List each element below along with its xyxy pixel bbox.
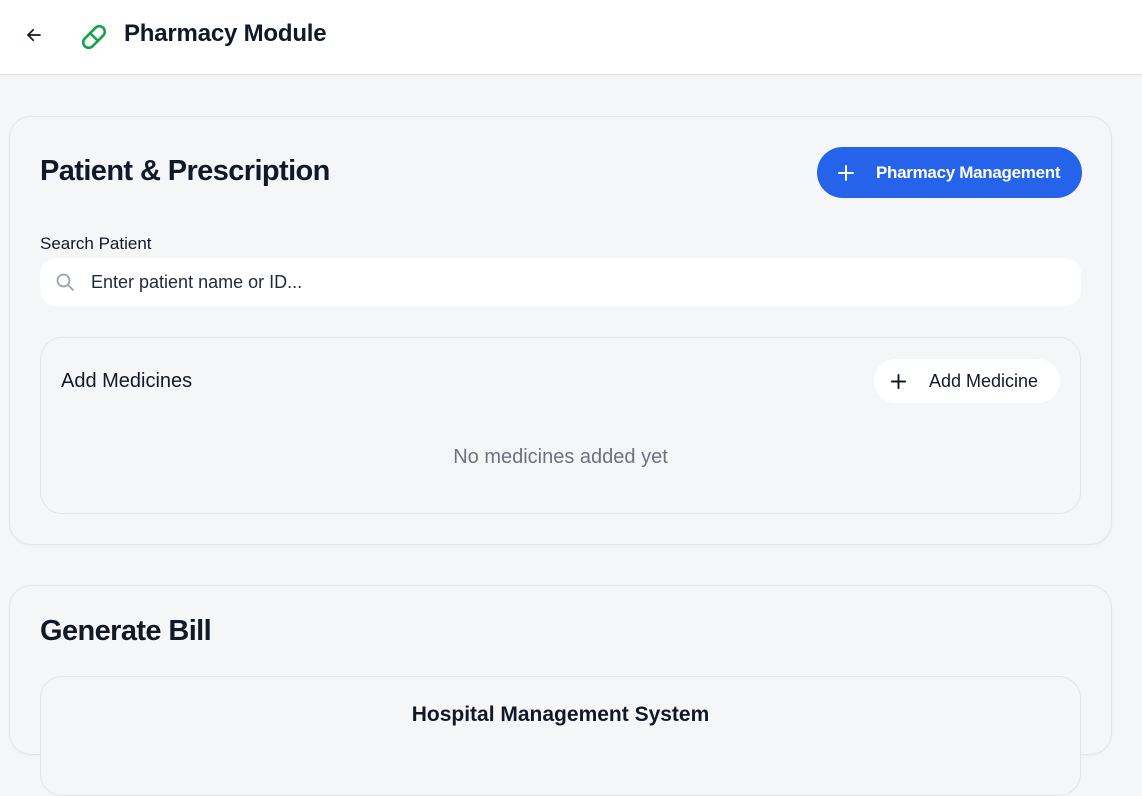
search-icon (56, 273, 74, 291)
plus-icon (890, 373, 907, 389)
add-medicines-title: Add Medicines (61, 370, 193, 392)
search-patient-field (40, 258, 1081, 306)
plus-icon (838, 164, 854, 181)
back-button[interactable] (22, 23, 46, 47)
arrow-left-icon (27, 28, 41, 42)
generate-bill-card: Generate Bill Hospital Management System (9, 585, 1112, 796)
search-patient-input[interactable] (91, 271, 991, 293)
card-title: Patient & Prescription (40, 155, 330, 187)
pharmacy-management-label: Pharmacy Management (876, 162, 1061, 182)
bill-preview: Hospital Management System (40, 676, 1081, 796)
patient-prescription-card: Patient & Prescription Pharmacy Manageme… (9, 116, 1112, 545)
search-patient-label: Search Patient (40, 234, 152, 253)
add-medicines-panel: Add Medicines Add Medicine No medicines … (40, 337, 1081, 514)
app-title: Pharmacy Module (124, 20, 327, 47)
pharmacy-management-button[interactable]: Pharmacy Management (817, 147, 1082, 198)
top-bar: Pharmacy Module (0, 0, 1142, 75)
empty-medicines-message: No medicines added yet (453, 446, 668, 468)
card-title: Generate Bill (40, 615, 212, 647)
add-medicine-label: Add Medicine (929, 370, 1039, 391)
add-medicine-button[interactable]: Add Medicine (874, 359, 1060, 403)
hospital-name: Hospital Management System (411, 703, 710, 726)
pill-icon (81, 24, 107, 50)
